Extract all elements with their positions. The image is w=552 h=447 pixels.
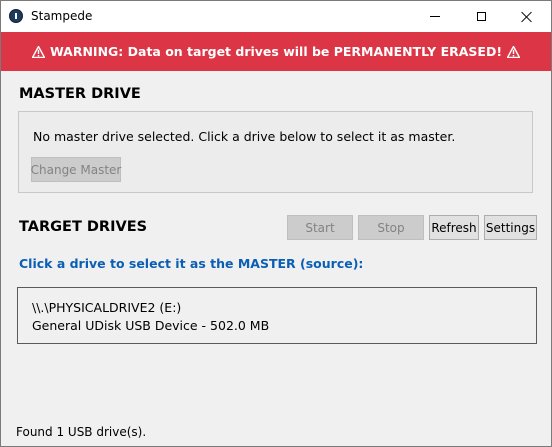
title-bar[interactable]: Stampede [1, 1, 551, 32]
minimize-button[interactable] [412, 1, 458, 32]
warning-text: WARNING: Data on target drives will be P… [49, 44, 503, 59]
warning-triangle-icon [31, 45, 45, 58]
warning-triangle-icon [507, 45, 521, 58]
app-window: Stampede WARNING: Data on target drives … [0, 0, 552, 447]
status-bar-text: Found 1 USB drive(s). [16, 425, 147, 439]
stop-button[interactable]: Stop [358, 215, 424, 240]
maximize-button[interactable] [458, 1, 504, 32]
warning-banner: WARNING: Data on target drives will be P… [1, 32, 551, 71]
target-drives-heading: TARGET DRIVES [19, 219, 148, 235]
start-button[interactable]: Start [287, 215, 353, 240]
drive-path: \\.\PHYSICALDRIVE2 (E:) [32, 300, 182, 315]
master-drive-heading: MASTER DRIVE [19, 86, 141, 102]
refresh-button[interactable]: Refresh [429, 215, 479, 240]
master-status-text: No master drive selected. Click a drive … [33, 129, 456, 144]
select-master-instruction: Click a drive to select it as the MASTER… [19, 256, 364, 271]
close-button[interactable] [504, 1, 550, 32]
window-title: Stampede [31, 9, 93, 23]
change-master-button[interactable]: Change Master [31, 157, 121, 182]
settings-button[interactable]: Settings [484, 215, 537, 240]
minimize-icon [430, 16, 440, 17]
master-drive-panel: No master drive selected. Click a drive … [18, 111, 533, 193]
maximize-icon [476, 12, 486, 21]
stampede-app-icon [9, 9, 23, 23]
close-icon [521, 11, 533, 23]
drive-description: General UDisk USB Device - 502.0 MB [32, 318, 270, 333]
drive-list-item[interactable]: \\.\PHYSICALDRIVE2 (E:) General UDisk US… [17, 287, 537, 344]
